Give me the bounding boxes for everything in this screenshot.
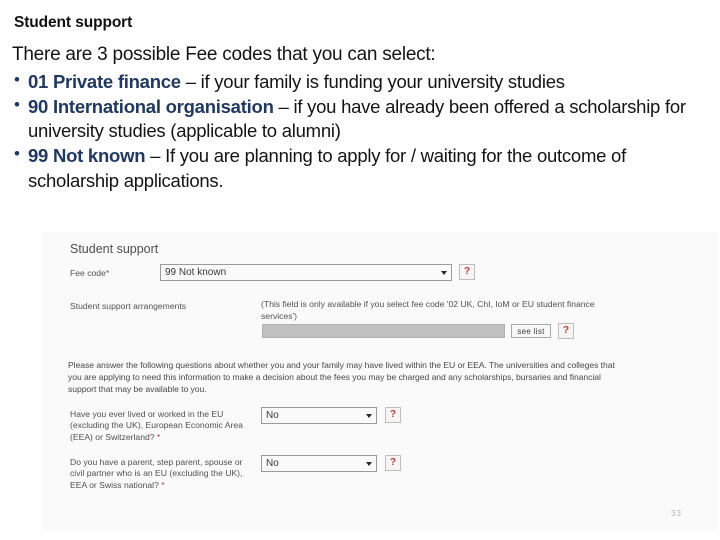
fee-code-select[interactable]: 99 Not known [160,264,452,281]
fee-code-description: – if your family is funding your univers… [180,71,565,93]
page-title: Student support [14,14,133,31]
chevron-down-icon [366,461,372,466]
page-number: 33 [671,509,682,518]
list-item: 99 Not known – If you are planning to ap… [12,143,710,192]
fee-code-label: 99 Not known [28,145,146,167]
question-1-selected-value: No [266,410,279,421]
form-section-heading: Student support [70,242,159,256]
support-arrangements-hint: (This field is only available if you sel… [261,299,595,321]
required-marker: * [156,431,161,442]
help-icon-fee-code[interactable]: ? [459,264,475,280]
question-2-select[interactable]: No [261,455,377,472]
intro-text: There are 3 possible Fee codes that you … [12,44,436,65]
chevron-down-icon [441,270,447,275]
chevron-down-icon [366,413,372,418]
question-2-selected-value: No [266,458,279,469]
embedded-application-screenshot: Student support Fee code* 99 Not known ?… [42,232,718,532]
fee-code-label: 90 International organisation [28,96,274,118]
list-item: 01 Private finance – if your family is f… [12,69,710,94]
question-1-label: Have you ever lived or worked in the EU … [70,409,250,443]
fee-code-label-text: Fee code [70,268,106,278]
list-item: 90 International organisation – if you h… [12,94,710,143]
support-arrangements-label: Student support arrangements [70,301,187,311]
required-marker: * [105,268,110,278]
help-icon-question-2[interactable]: ? [385,455,401,471]
fee-code-list: 01 Private finance – if your family is f… [12,69,710,192]
question-2-label: Do you have a parent, step parent, spous… [70,457,250,491]
required-marker: * [161,479,165,490]
fee-code-label: 01 Private finance [28,71,181,93]
slide-body: There are 3 possible Fee codes that you … [12,43,710,194]
see-list-button[interactable]: see list [511,324,551,338]
support-arrangements-input[interactable] [262,324,505,338]
question-1-select[interactable]: No [261,407,377,424]
fee-code-label: Fee code* [70,268,109,279]
fee-code-selected-value: 99 Not known [165,267,227,278]
question-2-label-text: Do you have a parent, step parent, spous… [70,457,243,490]
help-icon-support-arrangements[interactable]: ? [558,323,574,339]
guidance-paragraph: Please answer the following questions ab… [68,360,615,395]
help-icon-question-1[interactable]: ? [385,407,401,423]
